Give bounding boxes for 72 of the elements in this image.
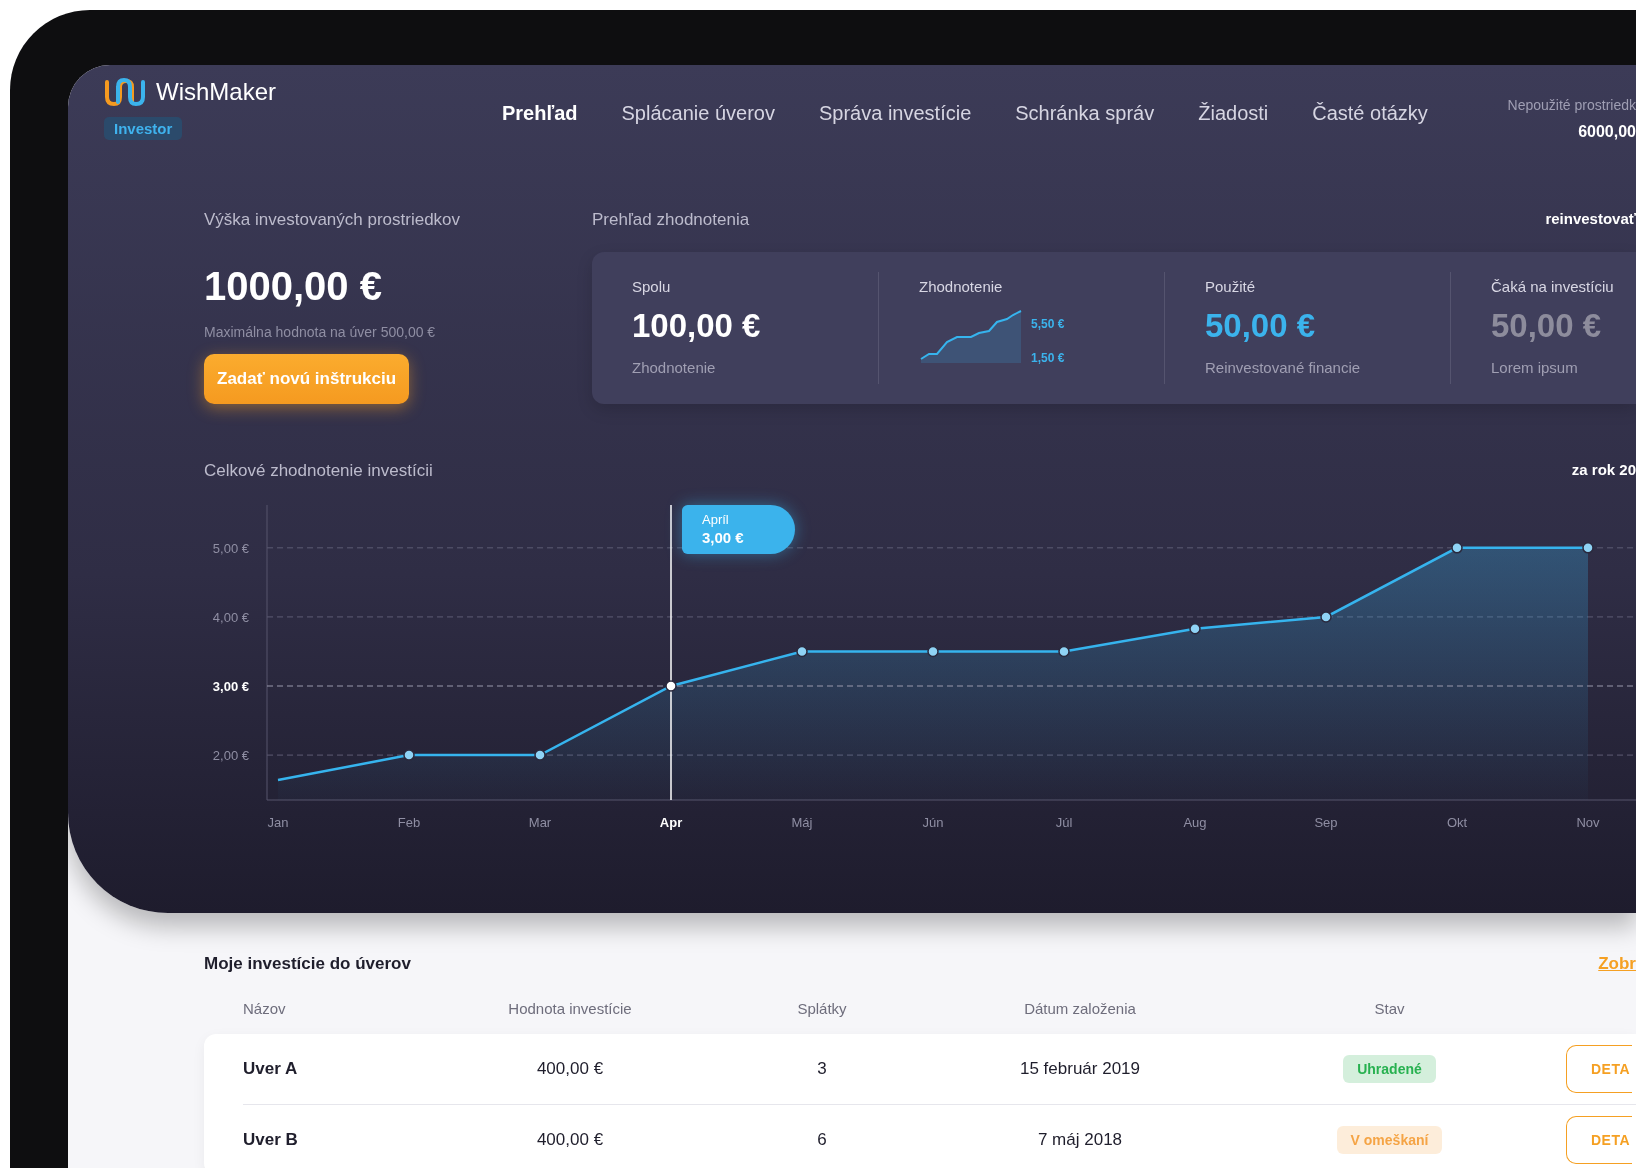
balance-value: 6000,00 xyxy=(1577,123,1636,141)
brand-name: WishMaker xyxy=(156,78,276,106)
table-cell-text: 3 xyxy=(816,1059,828,1079)
nav-link[interactable]: Splácanie úverov xyxy=(621,102,775,125)
data-point[interactable] xyxy=(927,645,939,658)
data-point[interactable] xyxy=(1582,542,1594,554)
sparkline-label: 1,50 € xyxy=(1031,351,1065,365)
invested-amount: 1000,00 € xyxy=(204,264,382,309)
data-point[interactable] xyxy=(1189,622,1201,635)
section-title: Moje investície do úverov xyxy=(204,954,411,974)
balance-label: Nepoužité prostriedk xyxy=(1507,97,1636,113)
reinvest-link[interactable]: reinvestovať xyxy=(1545,210,1636,230)
x-tick-label: Nov xyxy=(1576,815,1600,830)
stat-caption: Reinvestované financie xyxy=(1205,359,1361,376)
table-cell-text: 6 xyxy=(816,1130,828,1150)
x-tick-label: Feb xyxy=(397,815,421,830)
table-cell-text: 7 máj 2018 xyxy=(1036,1130,1124,1150)
chart-tooltip: Apríl 3,00 € xyxy=(682,505,795,554)
data-point[interactable] xyxy=(796,645,808,658)
nav-link[interactable]: Správa investície xyxy=(818,102,972,125)
nav-link[interactable]: Žiadosti xyxy=(1198,102,1269,125)
x-tick-label: Jan xyxy=(267,815,289,830)
stat-label: Použité xyxy=(1205,278,1256,295)
section-title: Prehľad zhodnotenia xyxy=(592,210,750,230)
column-header: Stav xyxy=(1373,999,1406,1017)
table-cell-text: 400,00 € xyxy=(535,1059,605,1079)
column-header: Dátum založenia xyxy=(1023,999,1137,1017)
nav-link[interactable]: Schránka správ xyxy=(1015,102,1155,125)
column-header: Hodnota investície xyxy=(507,999,633,1017)
x-tick-label: Máj xyxy=(791,815,813,830)
x-tick-label: Jún xyxy=(922,815,944,830)
stat-value: 50,00 € xyxy=(1491,307,1602,345)
nav-link[interactable]: Časté otázky xyxy=(1312,102,1428,125)
status-badge: V omeškaní xyxy=(1336,1126,1443,1154)
logo-icon xyxy=(104,77,146,107)
stat-caption: Zhodnotenie xyxy=(632,359,716,376)
y-tick-label: 4,00 € xyxy=(212,609,249,625)
nav-link[interactable]: Prehľad xyxy=(502,102,578,125)
column-header: Názov xyxy=(243,999,287,1017)
stat-value: 50,00 € xyxy=(1205,307,1316,345)
x-tick-label: Sep xyxy=(1314,815,1338,830)
sparkline-label: 5,50 € xyxy=(1031,317,1065,331)
table-cell-text: 400,00 € xyxy=(535,1130,605,1150)
status-badge: Uhradené xyxy=(1343,1055,1436,1083)
column-header: Splátky xyxy=(796,999,848,1017)
period-selector[interactable]: za rok 20 xyxy=(1571,461,1636,481)
role-badge: Investor xyxy=(104,117,183,140)
x-tick-label: Júl xyxy=(1055,815,1073,830)
section-title: Celkové zhodnotenie investícii xyxy=(204,461,433,481)
table-cell-text: Uver B xyxy=(243,1130,299,1150)
data-point[interactable] xyxy=(1320,611,1332,623)
x-tick-label: Okt xyxy=(1446,815,1468,830)
data-point[interactable] xyxy=(403,749,415,761)
x-tick-label: Mar xyxy=(528,815,552,830)
data-point[interactable] xyxy=(1451,542,1463,554)
y-tick-label: 5,00 € xyxy=(212,540,249,556)
stat-label: Zhodnotenie xyxy=(919,278,1003,295)
x-tick-label: Aug xyxy=(1183,815,1207,830)
y-tick-label: 3,00 € xyxy=(212,679,249,694)
table-cell-text: Uver A xyxy=(243,1059,299,1079)
y-tick-label: 2,00 € xyxy=(212,748,249,764)
section-title: Výška investovaných prostriedkov xyxy=(204,210,461,230)
stat-label: Čaká na investíciu xyxy=(1491,278,1614,295)
stat-value: 100,00 € xyxy=(632,307,761,345)
data-point[interactable] xyxy=(534,749,546,761)
stat-caption: Lorem ipsum xyxy=(1491,359,1578,376)
data-point[interactable] xyxy=(665,680,677,692)
x-tick-label: Apr xyxy=(659,815,683,830)
max-value-note: Maximálna hodnota na úver 500,00 € xyxy=(204,324,436,340)
table-cell-text: 15 február 2019 xyxy=(1018,1059,1141,1079)
data-point[interactable] xyxy=(1058,645,1070,658)
stat-label: Spolu xyxy=(632,278,671,295)
